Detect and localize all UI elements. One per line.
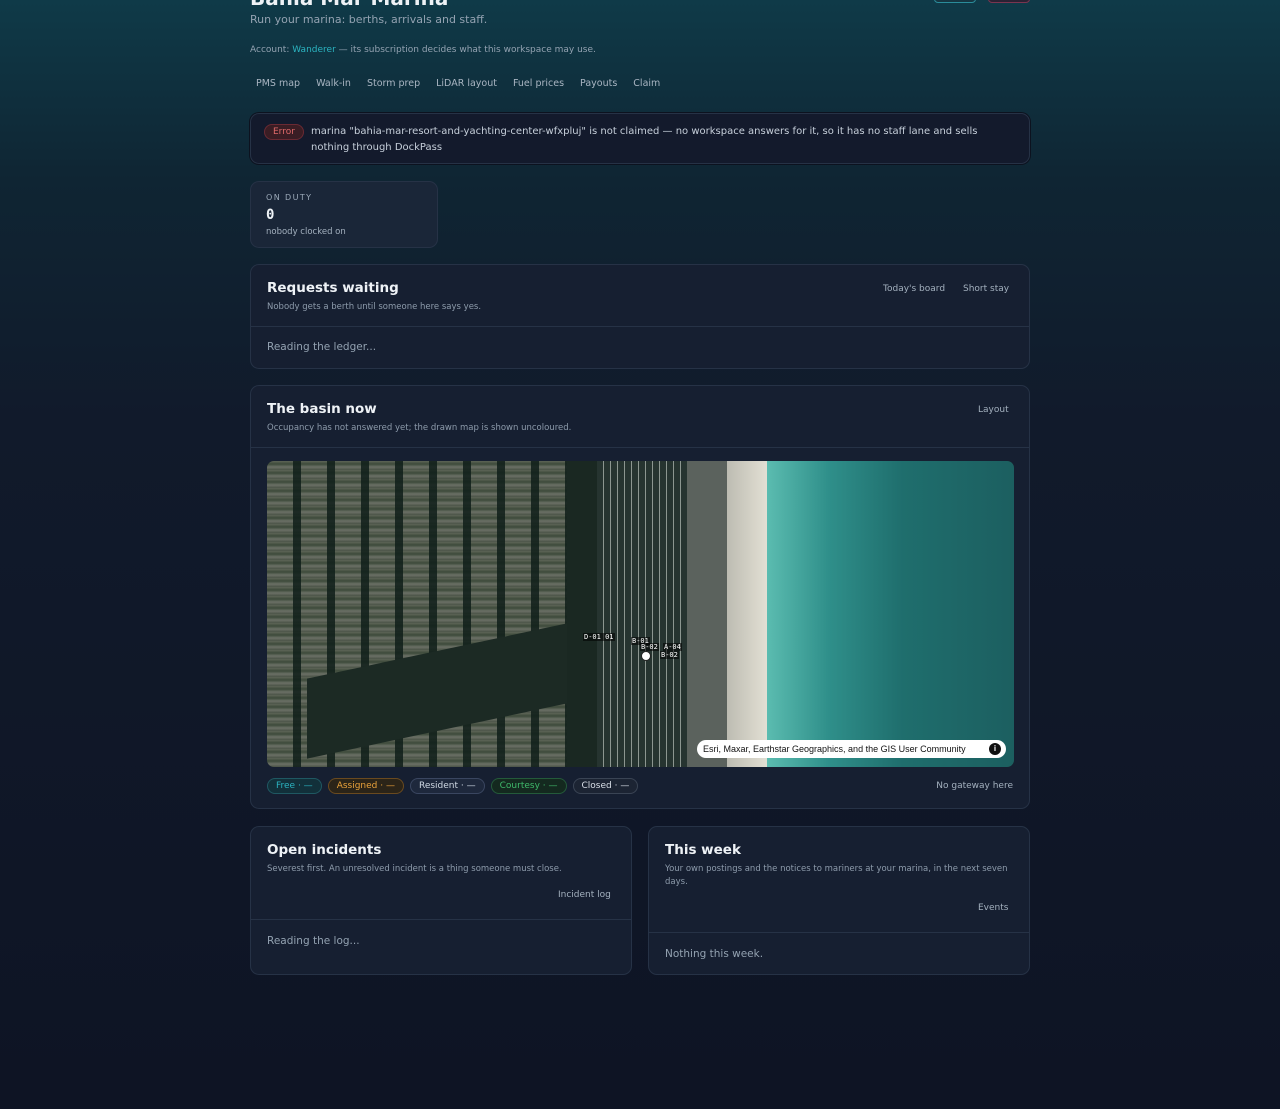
tab-pms-map[interactable]: PMS map [250, 78, 306, 89]
berth-label[interactable]: A-04 [663, 643, 682, 651]
account-prefix: Account: [250, 45, 293, 55]
requests-header: Requests waiting Nobody gets a berth unt… [251, 265, 1029, 327]
info-icon[interactable]: i [989, 743, 1001, 755]
layout-link[interactable]: Layout [978, 405, 1009, 415]
legend-assigned[interactable]: Assigned · — [327, 778, 404, 794]
requests-status: Reading the ledger... [267, 341, 377, 353]
tab-storm-prep[interactable]: Storm prep [361, 78, 426, 89]
basin-panel: The basin now Occupancy has not answered… [250, 385, 1030, 809]
week-header: This week Your own postings and the noti… [649, 827, 1029, 933]
account-line: Account: Wanderer — its subscription dec… [250, 45, 596, 55]
requests-title: Requests waiting [267, 280, 399, 296]
account-link[interactable]: Wanderer [292, 45, 336, 55]
legend-free[interactable]: Free · — [267, 778, 322, 794]
error-badge: Error [264, 124, 304, 140]
on-duty-note: nobody clocked on [266, 227, 346, 237]
tab-claim[interactable]: Claim [627, 78, 666, 89]
occupancy-legend: Free · — Assigned · — Resident · — Court… [267, 778, 639, 794]
map-sea [767, 461, 1014, 767]
tab-bar: PMS map Walk-in Storm prep LiDAR layout … [250, 78, 670, 89]
requests-subtitle: Nobody gets a berth until someone here s… [267, 302, 482, 312]
incidents-title: Open incidents [267, 842, 382, 858]
week-title: This week [665, 842, 741, 858]
tab-payouts[interactable]: Payouts [574, 78, 623, 89]
incident-log-link[interactable]: Incident log [558, 890, 611, 900]
requests-panel: Requests waiting Nobody gets a berth unt… [250, 264, 1030, 369]
error-banner: Error marina "bahia-mar-resort-and-yacht… [250, 113, 1030, 164]
todays-board-link[interactable]: Today's board [883, 284, 945, 294]
week-status: Nothing this week. [665, 948, 764, 960]
berth-label[interactable]: B-02 [660, 651, 679, 659]
tab-fuel-prices[interactable]: Fuel prices [507, 78, 570, 89]
incidents-subtitle: Severest first. An unresolved incident i… [267, 864, 562, 874]
week-panel: This week Your own postings and the noti… [648, 826, 1030, 975]
tab-walk-in[interactable]: Walk-in [310, 78, 357, 89]
on-duty-count: 0 [266, 207, 275, 223]
legend-closed[interactable]: Closed · — [572, 778, 639, 794]
tab-lidar-layout[interactable]: LiDAR layout [430, 78, 503, 89]
account-suffix: — its subscription decides what this wor… [335, 45, 596, 55]
short-stay-link[interactable]: Short stay [963, 284, 1009, 294]
on-duty-label: ON DUTY [266, 193, 313, 202]
berth-marker[interactable] [641, 651, 651, 661]
error-message: marina "bahia-mar-resort-and-yachting-ce… [311, 126, 978, 153]
berth-label[interactable]: B-02 [640, 643, 659, 651]
legend-resident[interactable]: Resident · — [409, 778, 485, 794]
map-attribution: Esri, Maxar, Earthstar Geographics, and … [697, 740, 1006, 758]
basin-header: The basin now Occupancy has not answered… [251, 386, 1029, 448]
header-action-button-secondary[interactable] [988, 0, 1030, 3]
events-link[interactable]: Events [978, 903, 1008, 913]
page-title: Bahia Mar Marina [250, 0, 448, 10]
attribution-text: Esri, Maxar, Earthstar Geographics, and … [703, 744, 966, 754]
week-subtitle: Your own postings and the notices to mar… [665, 864, 1008, 887]
header-action-button[interactable] [934, 0, 976, 3]
incidents-header: Open incidents Severest first. An unreso… [251, 827, 631, 920]
gateway-status: No gateway here [936, 781, 1013, 791]
basin-map[interactable]: D-01 01 B-01 B-02 A-04 B-02 Esri, Maxar,… [267, 461, 1014, 767]
legend-courtesy[interactable]: Courtesy · — [490, 778, 567, 794]
on-duty-card: ON DUTY 0 nobody clocked on [250, 181, 438, 248]
incidents-status: Reading the log... [267, 935, 360, 947]
header-actions [934, 0, 1030, 3]
incidents-panel: Open incidents Severest first. An unreso… [250, 826, 632, 975]
basin-title: The basin now [267, 401, 377, 417]
basin-subtitle: Occupancy has not answered yet; the draw… [267, 423, 572, 433]
page-subtitle: Run your marina: berths, arrivals and st… [250, 13, 488, 26]
berth-label[interactable]: D-01 01 [583, 633, 615, 641]
map-beach [727, 461, 772, 767]
